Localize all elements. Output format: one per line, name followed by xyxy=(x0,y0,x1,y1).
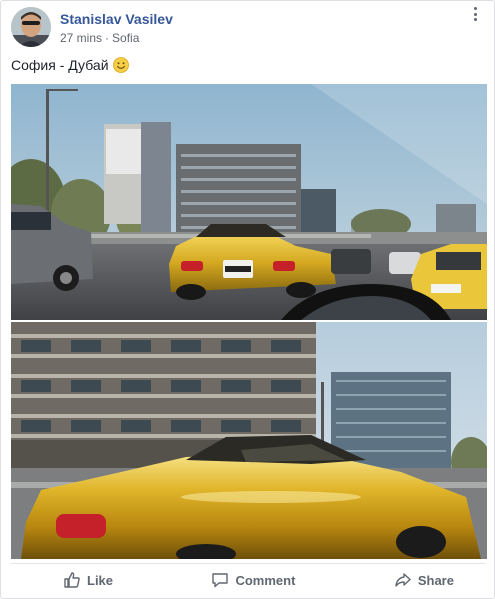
post-text-container: София - Дубай xyxy=(11,57,129,73)
author-name[interactable]: Stanislav Vasilev xyxy=(60,11,173,27)
post-photo-2[interactable] xyxy=(11,322,487,559)
thumbs-up-icon xyxy=(64,572,80,588)
post-meta: 27 mins · Sofia xyxy=(60,31,139,45)
smiley-emoji-icon xyxy=(112,57,129,73)
post-card: Stanislav Vasilev 27 mins · Sofia София - … xyxy=(0,0,495,599)
post-actions: Like Comment Share xyxy=(11,563,486,596)
share-label: Share xyxy=(417,572,454,588)
license-plate xyxy=(225,266,251,272)
post-location[interactable]: Sofia xyxy=(112,31,139,45)
post-time[interactable]: 27 mins xyxy=(60,31,102,45)
comment-icon xyxy=(212,573,229,588)
comment-button[interactable]: Comment xyxy=(211,565,295,595)
like-label: Like xyxy=(87,572,114,588)
post-text: София - Дубай xyxy=(11,57,109,73)
share-button[interactable]: Share xyxy=(394,565,454,595)
share-arrow-icon xyxy=(395,573,411,587)
more-options-icon[interactable] xyxy=(464,7,486,21)
comment-label: Comment xyxy=(235,572,296,588)
like-button[interactable]: Like xyxy=(63,565,113,595)
post-header: Stanislav Vasilev 27 mins · Sofia xyxy=(11,7,486,47)
post-photo-1[interactable] xyxy=(11,84,487,320)
avatar[interactable] xyxy=(11,7,51,47)
meta-separator: · xyxy=(105,31,110,45)
